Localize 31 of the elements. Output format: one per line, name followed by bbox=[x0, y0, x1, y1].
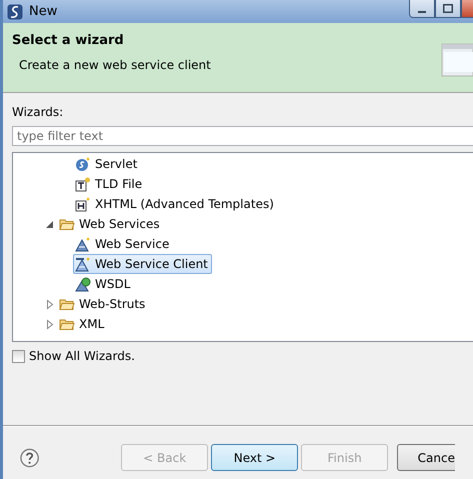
tree-item[interactable]: WSDL bbox=[73, 274, 134, 294]
window-title: New bbox=[29, 4, 58, 19]
wizard-title: Select a wizard bbox=[12, 33, 125, 48]
tree-item[interactable]: Web Service Client bbox=[73, 254, 212, 274]
maximize-icon bbox=[443, 4, 453, 13]
minimize-button[interactable] bbox=[409, 0, 435, 18]
minimize-icon bbox=[418, 10, 426, 12]
tag-file-icon bbox=[75, 176, 91, 192]
maximize-button[interactable] bbox=[435, 0, 461, 18]
html-file-icon bbox=[75, 196, 91, 212]
help-icon[interactable] bbox=[20, 448, 40, 468]
wsdl-icon bbox=[75, 276, 91, 292]
show-all-checkbox[interactable] bbox=[12, 350, 25, 362]
filter-field[interactable]: type filter text bbox=[12, 126, 473, 146]
servlet-icon bbox=[75, 156, 91, 172]
web-service-icon bbox=[75, 236, 91, 252]
close-button[interactable] bbox=[461, 0, 473, 18]
show-all-label: Show All Wizards. bbox=[29, 349, 135, 363]
tree-item[interactable]: Servlet bbox=[73, 154, 142, 174]
tree-item[interactable]: Web Services bbox=[57, 214, 164, 234]
web-service-client-icon bbox=[75, 256, 91, 272]
tree-item[interactable]: Web Service bbox=[73, 234, 174, 254]
tree-item[interactable]: Web-Struts bbox=[57, 294, 150, 314]
tree-item[interactable]: XHTML (Advanced Templates) bbox=[73, 194, 278, 214]
wizard-button[interactable]: Next > bbox=[211, 444, 298, 471]
tree-item[interactable]: XML bbox=[57, 314, 108, 334]
tree-item[interactable]: TLD File bbox=[73, 174, 146, 194]
app-icon bbox=[7, 4, 23, 20]
wizards-label: Wizards: bbox=[12, 105, 64, 120]
wizard-description: Create a new web service client bbox=[19, 58, 212, 72]
wizard-button[interactable]: Cance bbox=[397, 444, 455, 471]
